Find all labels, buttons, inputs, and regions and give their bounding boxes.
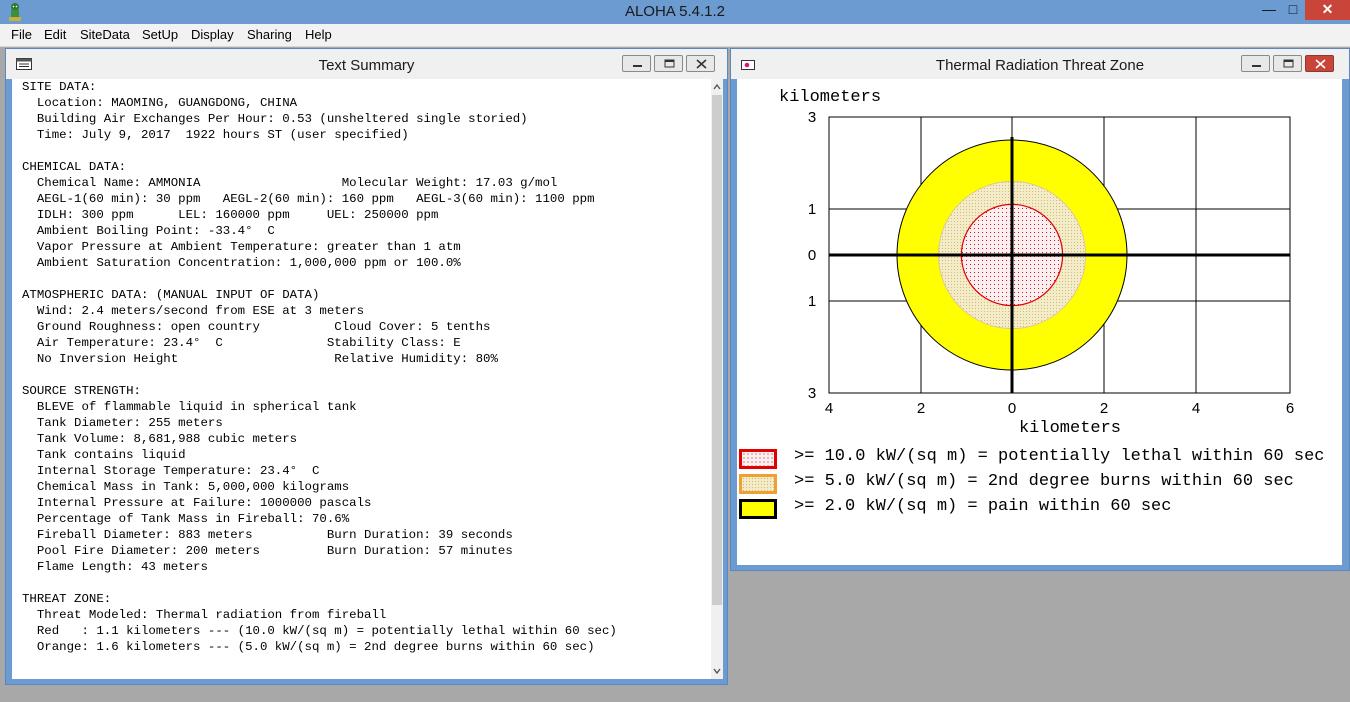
text-close-button[interactable] bbox=[686, 55, 715, 72]
scroll-thumb[interactable] bbox=[712, 95, 722, 605]
text-restore-button[interactable] bbox=[654, 55, 683, 72]
threat-restore-button[interactable] bbox=[1273, 55, 1302, 72]
threat-zone-window: Thermal Radiation Threat Zone kilometers… bbox=[730, 48, 1350, 571]
close-icon bbox=[696, 59, 707, 69]
text-minimize-button[interactable] bbox=[622, 55, 651, 72]
text-summary-content[interactable]: SITE DATA: Location: MAOMING, GUANGDONG,… bbox=[12, 79, 711, 679]
menu-bar: File Edit SiteData SetUp Display Sharing… bbox=[0, 24, 1350, 47]
threat-minimize-button[interactable] bbox=[1241, 55, 1270, 72]
text-summary-title: Text Summary bbox=[318, 57, 415, 74]
text-summary-window: Text Summary SITE DATA: Location: MAOMIN… bbox=[5, 48, 728, 685]
menu-sharing[interactable]: Sharing bbox=[247, 27, 292, 42]
text-summary-title-bar[interactable]: Text Summary bbox=[6, 49, 727, 79]
legend-swatch-yellow bbox=[739, 499, 777, 519]
menu-help[interactable]: Help bbox=[305, 27, 332, 42]
threat-close-button[interactable] bbox=[1305, 55, 1334, 72]
menu-setup[interactable]: SetUp bbox=[142, 27, 178, 42]
threat-zone-plot-area[interactable]: kilometers 3 1 0 1 3 4 2 0 2 4 6 kilometers >= 10.0 … bbox=[737, 79, 1342, 565]
app-maximize-button[interactable]: □ bbox=[1280, 0, 1306, 20]
legend-swatch-red bbox=[739, 449, 777, 469]
minimize-icon bbox=[1252, 65, 1261, 67]
scroll-up-arrow-icon[interactable] bbox=[711, 79, 723, 95]
text-vertical-scrollbar[interactable] bbox=[711, 79, 723, 679]
threat-zone-legend: >= 10.0 kW/(sq m) = potentially lethal w… bbox=[737, 79, 1342, 565]
legend-label: >= 2.0 kW/(sq m) = pain within 60 sec bbox=[794, 497, 1172, 516]
minimize-icon bbox=[633, 65, 642, 67]
menu-file[interactable]: File bbox=[11, 27, 32, 42]
app-title: ALOHA 5.4.1.2 bbox=[624, 3, 726, 20]
menu-display[interactable]: Display bbox=[191, 27, 234, 42]
menu-sitedata[interactable]: SiteData bbox=[80, 27, 130, 42]
app-close-button[interactable]: ✕ bbox=[1305, 0, 1350, 20]
legend-label: >= 10.0 kW/(sq m) = potentially lethal w… bbox=[794, 447, 1325, 466]
restore-icon bbox=[1283, 59, 1294, 68]
close-icon bbox=[1315, 59, 1326, 69]
app-title-bar: ALOHA 5.4.1.2 — □ ✕ bbox=[0, 0, 1350, 25]
restore-icon bbox=[664, 59, 675, 68]
text-summary-body: SITE DATA: Location: MAOMING, GUANGDONG,… bbox=[22, 80, 617, 654]
threat-zone-title-bar[interactable]: Thermal Radiation Threat Zone bbox=[731, 49, 1349, 79]
scroll-down-arrow-icon[interactable] bbox=[711, 663, 723, 679]
legend-swatch-orange bbox=[739, 474, 777, 494]
legend-label: >= 5.0 kW/(sq m) = 2nd degree burns with… bbox=[794, 472, 1294, 491]
menu-edit[interactable]: Edit bbox=[44, 27, 66, 42]
